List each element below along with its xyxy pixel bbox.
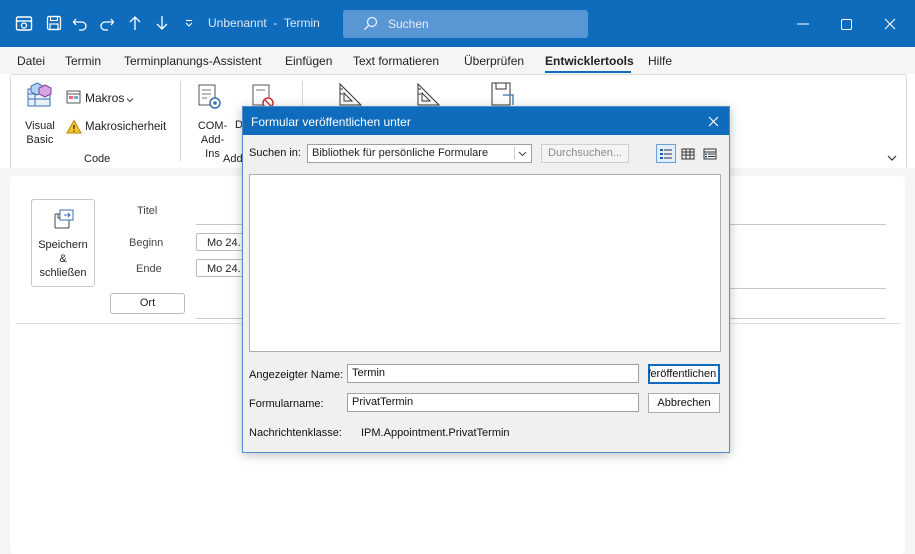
macro-security-label: Makrosicherheit (85, 121, 167, 133)
title-bar: Unbenannt - Termin Suchen (0, 0, 915, 47)
look-in-value: Bibliothek für persönliche Formulare (312, 147, 489, 159)
end-date-field[interactable]: Mo 24. (196, 259, 246, 277)
chevron-down-icon (126, 93, 134, 107)
ribbon-separator (180, 81, 181, 161)
search-placeholder: Suchen (388, 17, 429, 31)
com-addins-icon (197, 83, 223, 114)
search-icon (363, 16, 378, 34)
tab-hilfe[interactable]: Hilfe (648, 54, 672, 68)
end-label: Ende (136, 263, 162, 275)
save-and-close-button[interactable]: Speichern & schließen (31, 199, 95, 287)
view-properties-icon[interactable] (700, 144, 720, 163)
dialog-close-icon[interactable] (703, 111, 723, 131)
undo-icon[interactable] (70, 13, 90, 33)
warning-icon (66, 119, 82, 138)
tab-terminplanungs-assistent[interactable]: Terminplanungs-Assistent (124, 54, 261, 68)
customize-quick-access-icon[interactable] (179, 13, 199, 33)
visual-basic-label: Visual Basic (25, 120, 55, 146)
collapse-ribbon-chevron-icon[interactable] (887, 151, 897, 165)
redo-icon[interactable] (97, 13, 117, 33)
message-class-label: Nachrichtenklasse: (249, 427, 342, 439)
tab-text-formatieren[interactable]: Text formatieren (353, 54, 439, 68)
form-name-label: Formularname: (249, 398, 324, 410)
location-button[interactable]: Ort (110, 293, 185, 314)
display-name-input[interactable]: Termin (347, 364, 639, 383)
look-in-label: Suchen in: (249, 147, 301, 159)
display-name-label: Angezeigter Name: (249, 369, 344, 381)
cancel-button[interactable]: Abbrechen (648, 393, 720, 413)
tab-einfuegen[interactable]: Einfügen (285, 54, 332, 68)
menu-bar: Datei Termin Terminplanungs-Assistent Ei… (0, 47, 915, 74)
visual-basic-icon (25, 81, 55, 112)
visual-basic-button[interactable]: Visual Basic (19, 79, 61, 147)
forms-list[interactable] (249, 174, 721, 352)
title-label: Titel (137, 205, 158, 217)
close-icon[interactable] (880, 14, 900, 34)
message-class-value: IPM.Appointment.PrivatTermin (361, 427, 510, 439)
outlook-appointment-icon (14, 13, 34, 33)
browse-button[interactable]: Durchsuchen... (541, 144, 629, 163)
start-date-field[interactable]: Mo 24. (196, 233, 246, 251)
macros-button[interactable]: Makros (66, 89, 141, 107)
view-details-icon[interactable] (678, 144, 698, 163)
tab-ueberpruefen[interactable]: Überprüfen (464, 54, 524, 68)
form-name-input[interactable]: PrivatTermin (347, 393, 639, 412)
group-label-add-ins: Add (223, 153, 243, 165)
group-label-code: Code (84, 153, 111, 165)
dialog-title-bar: Formular veröffentlichen unter (243, 107, 729, 135)
arrow-up-icon[interactable] (125, 13, 145, 33)
window-title: Unbenannt - Termin (208, 16, 320, 30)
macros-icon (66, 89, 82, 108)
publish-button[interactable]: Veröffentlichen (648, 364, 720, 384)
start-label: Beginn (129, 237, 164, 249)
save-close-icon (53, 208, 75, 233)
tab-entwicklertools[interactable]: Entwicklertools (545, 54, 634, 68)
search-box[interactable]: Suchen (343, 10, 588, 38)
maximize-icon[interactable] (836, 14, 856, 34)
arrow-down-icon[interactable] (152, 13, 172, 33)
macro-security-button[interactable]: Makrosicherheit (66, 119, 176, 137)
date-row-separator (728, 288, 886, 289)
publish-form-dialog: Formular veröffentlichen unter Suchen in… (242, 106, 730, 453)
chevron-down-icon[interactable] (514, 147, 529, 160)
save-icon[interactable] (44, 13, 64, 33)
tab-datei[interactable]: Datei (17, 54, 45, 68)
view-list-icon[interactable] (656, 144, 676, 163)
dialog-title: Formular veröffentlichen unter (251, 115, 411, 129)
save-and-close-label: Speichern & schließen (38, 239, 88, 279)
tab-termin[interactable]: Termin (65, 54, 101, 68)
macros-label: Makros (85, 91, 125, 105)
com-addins-button[interactable]: COM- Add-Ins (189, 79, 231, 160)
minimize-icon[interactable] (793, 14, 813, 34)
look-in-dropdown[interactable]: Bibliothek für persönliche Formulare (307, 144, 532, 163)
active-tab-indicator (545, 71, 631, 73)
